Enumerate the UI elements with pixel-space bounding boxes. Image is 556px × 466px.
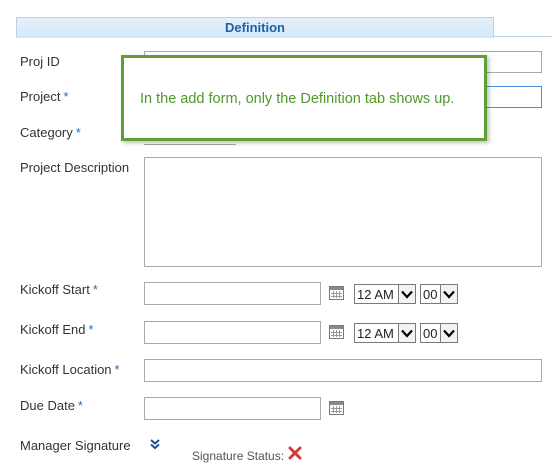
required-marker: * (63, 89, 69, 104)
chevron-down-icon (440, 285, 457, 303)
tab-strip-line (492, 36, 552, 37)
tab-definition[interactable]: Definition (16, 17, 494, 38)
project-description-label: Project Description (20, 160, 130, 175)
project-description-textarea[interactable] (144, 157, 542, 267)
kickoff-start-hour-select[interactable]: 12 AM (354, 284, 416, 304)
manager-signature-label: Manager Signature (20, 438, 131, 453)
due-date-input[interactable] (144, 397, 321, 420)
kickoff-location-label: Kickoff Location * (20, 362, 120, 377)
chevron-down-icon (398, 324, 415, 342)
red-x-icon (288, 446, 302, 463)
double-chevron-down-icon[interactable] (149, 438, 161, 453)
proj-id-label: Proj ID (20, 54, 60, 69)
kickoff-end-date-input[interactable] (144, 321, 321, 344)
kickoff-start-date-input[interactable] (144, 282, 321, 305)
kickoff-start-minute-select[interactable]: 00 (420, 284, 458, 304)
kickoff-start-label: Kickoff Start * (20, 282, 98, 297)
required-marker: * (88, 322, 94, 337)
calendar-icon[interactable] (329, 401, 344, 415)
due-date-label: Due Date * (20, 398, 83, 413)
signature-status-label: Signature Status: (192, 449, 285, 463)
kickoff-location-input[interactable] (144, 359, 542, 382)
required-marker: * (77, 398, 83, 413)
chevron-down-icon (398, 285, 415, 303)
required-marker: * (114, 362, 120, 377)
calendar-icon[interactable] (329, 286, 344, 300)
kickoff-end-label: Kickoff End * (20, 322, 94, 337)
required-marker: * (92, 282, 98, 297)
project-label: Project * (20, 89, 69, 104)
kickoff-end-minute-select[interactable]: 00 (420, 323, 458, 343)
chevron-down-icon (440, 324, 457, 342)
required-marker: * (75, 125, 81, 140)
callout-text: In the add form, only the Definition tab… (140, 91, 455, 107)
kickoff-end-hour-select[interactable]: 12 AM (354, 323, 416, 343)
callout-box: In the add form, only the Definition tab… (121, 55, 487, 141)
calendar-icon[interactable] (329, 325, 344, 339)
category-label: Category * (20, 125, 81, 140)
